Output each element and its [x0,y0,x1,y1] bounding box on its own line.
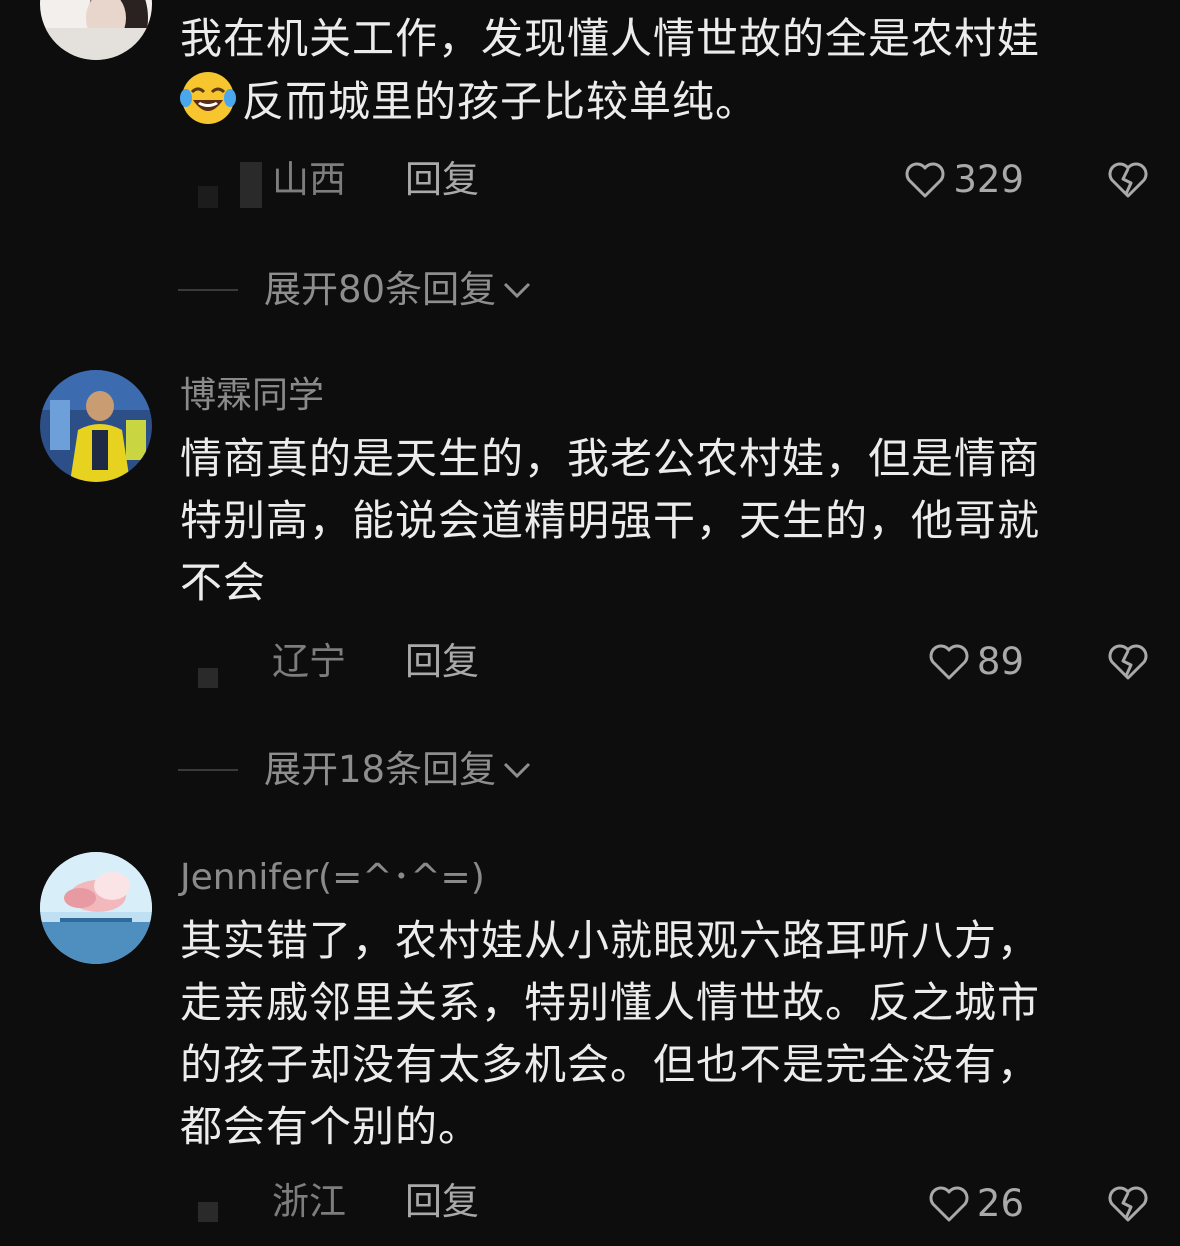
username[interactable]: Jennifer(=^･^=) [180,858,485,898]
location-label: 山西 [272,158,346,201]
avatar[interactable] [40,852,152,964]
location-label: 辽宁 [272,640,346,683]
location-label: 浙江 [272,1180,346,1223]
like-count: 329 [953,158,1024,201]
expand-replies-label: 展开80条回复 [264,268,497,311]
broken-heart-icon[interactable] [1106,1182,1150,1226]
redacted-info [198,1202,218,1222]
comment-meta: 浙江 回复 26 [0,1178,1180,1238]
username[interactable]: 博霖同学 [180,376,324,416]
comment-line: 情商真的是天生的，我老公农村娃，但是情商 [180,434,1041,483]
divider-line [178,289,238,291]
comment-meta: 辽宁 回复 89 [0,634,1180,694]
comment-line: 走亲戚邻里关系，特别懂人情世故。反之城市 [180,978,1041,1027]
divider-line [178,769,238,771]
comment-body: 我在机关工作，发现懂人情世故的全是农村娃 反而城里的孩子比较单纯。 [180,8,1130,133]
redacted-info [240,162,262,208]
comment-line: 我在机关工作，发现懂人情世故的全是农村娃 [180,14,1041,63]
comment-line: 特别高，能说会道精明强干，天生的，他哥就 [180,496,1041,545]
chevron-down-icon [504,762,531,779]
heart-outline-icon [929,644,969,680]
comment-meta: 山西 回复 329 [0,154,1180,214]
comment-line: 不会 [180,558,267,607]
expand-replies-label: 展开18条回复 [264,748,497,791]
comment-body: 情商真的是天生的，我老公农村娃，但是情商 特别高，能说会道精明强干，天生的，他哥… [180,428,1130,614]
like-button[interactable]: 329 [903,158,1024,202]
redacted-info [198,668,218,688]
heart-outline-icon [905,162,945,198]
like-count: 26 [976,1182,1024,1225]
comment-line: 反而城里的孩子比较单纯。 [242,77,759,126]
avatar[interactable] [40,0,152,60]
reply-button[interactable]: 回复 [405,160,479,200]
comment-body: 其实错了，农村娃从小就眼观六路耳听八方， 走亲戚邻里关系，特别懂人情世故。反之城… [180,910,1130,1158]
broken-heart-icon[interactable] [1106,158,1150,202]
redacted-info [198,186,218,208]
like-count: 89 [976,640,1024,683]
broken-heart-icon[interactable] [1106,640,1150,684]
comment-line: 的孩子却没有太多机会。但也不是完全没有， [180,1040,1041,1089]
reply-button[interactable]: 回复 [405,1182,479,1222]
expand-replies-button[interactable]: 展开80条回复 [178,268,532,312]
laughing-with-tears-emoji [180,72,236,124]
heart-outline-icon [929,1186,969,1222]
comment-line: 其实错了，农村娃从小就眼观六路耳听八方， [180,916,1041,965]
expand-replies-button[interactable]: 展开18条回复 [178,748,532,792]
reply-button[interactable]: 回复 [405,642,479,682]
like-button[interactable]: 89 [927,640,1024,684]
avatar[interactable] [40,370,152,482]
chevron-down-icon [504,282,531,299]
like-button[interactable]: 26 [927,1182,1024,1226]
comment-line: 都会有个别的。 [180,1102,482,1151]
